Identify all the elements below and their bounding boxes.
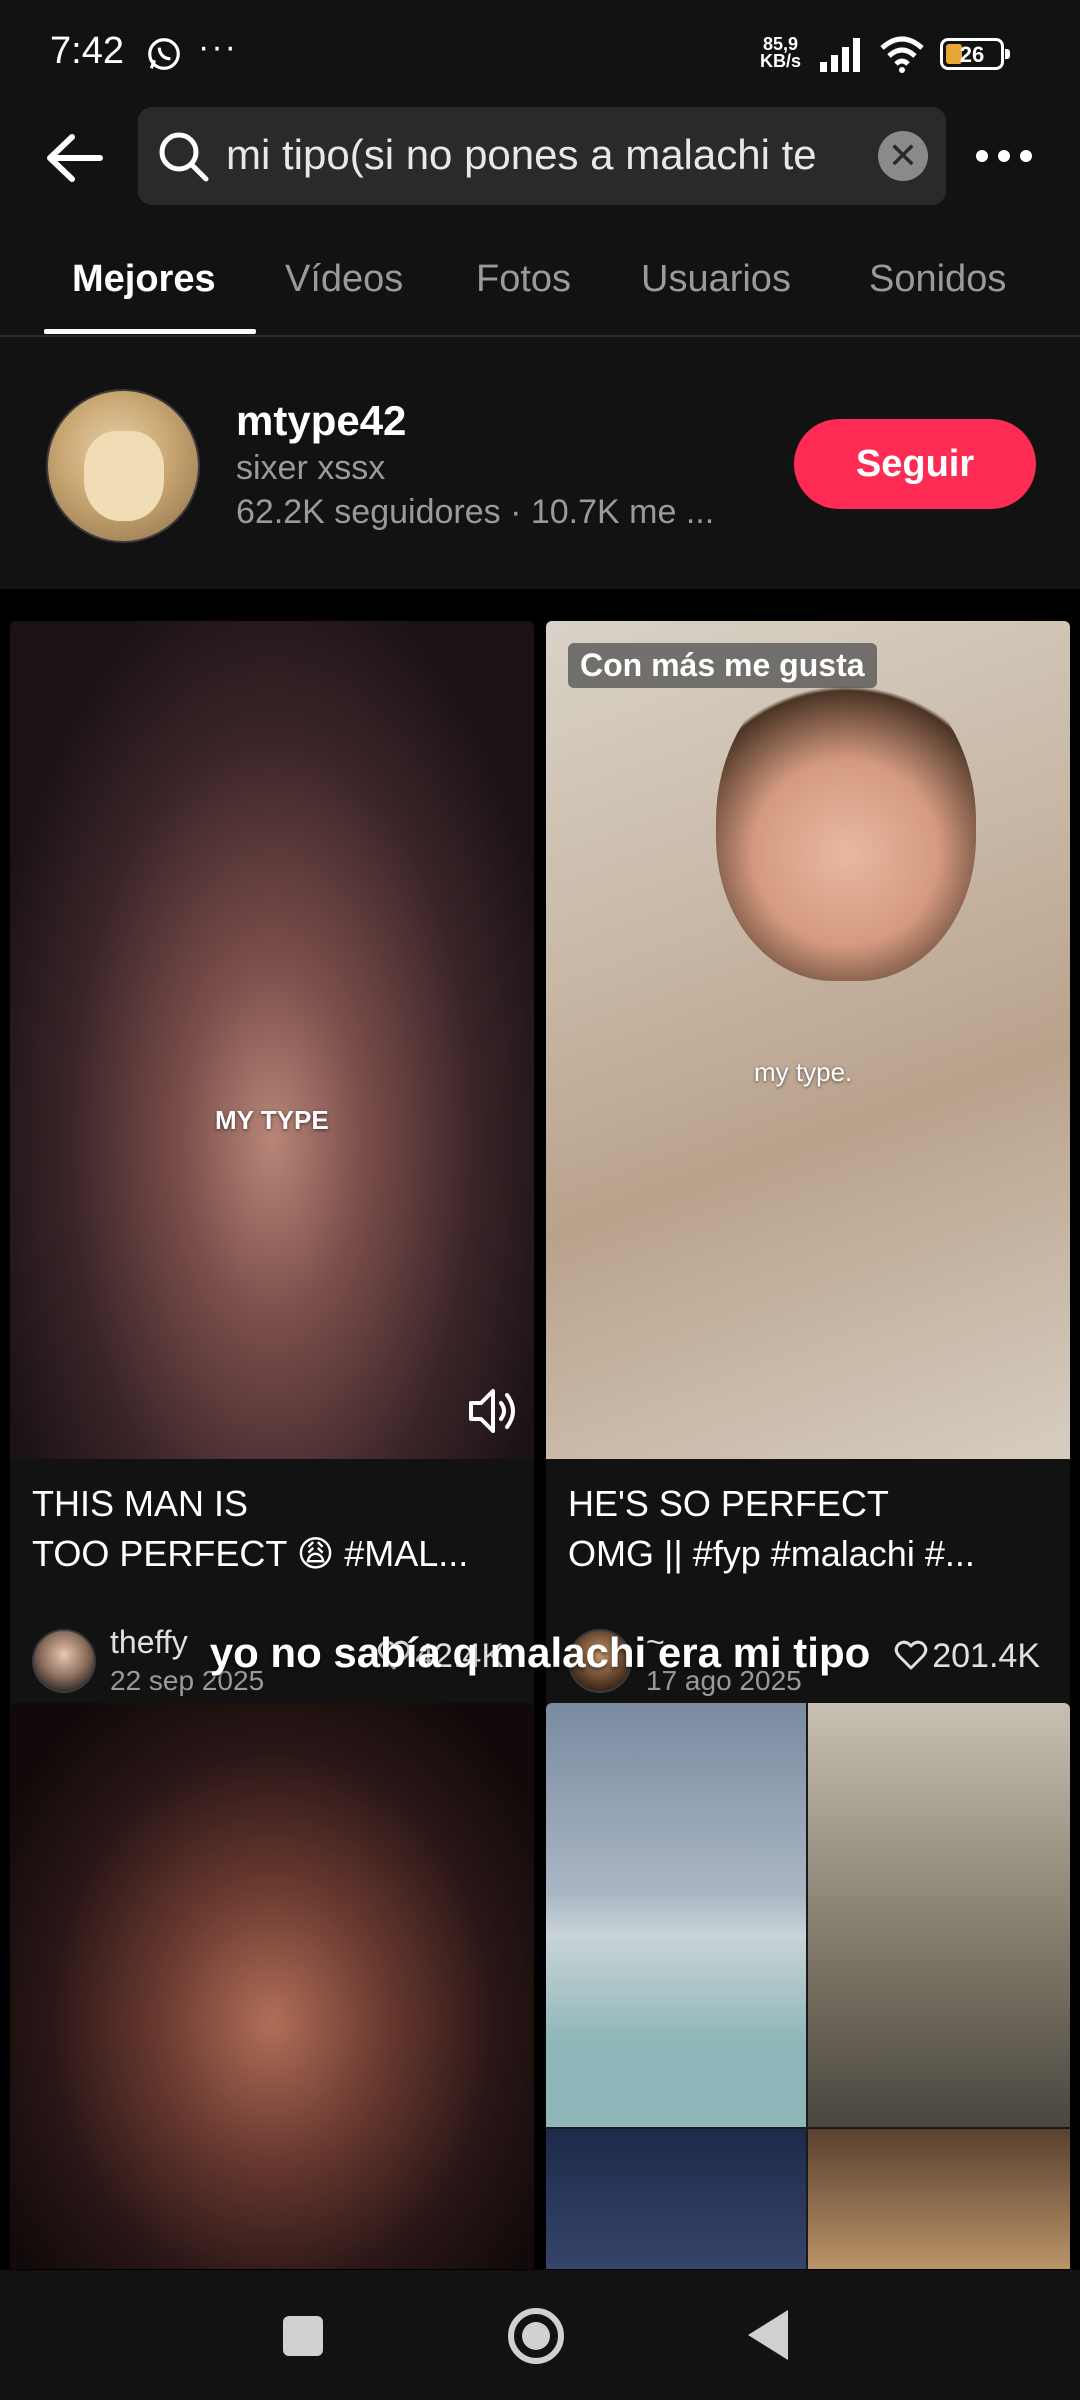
search-query[interactable]: mi tipo(si no pones a malachi te d [226,131,826,179]
network-speed: 85,9 KB/s [760,35,802,71]
system-back-button[interactable] [748,2310,788,2360]
video-title-line: OMG || #fyp #malachi #... [568,1533,975,1574]
search-header: mi tipo(si no pones a malachi te d ✕ [0,105,1080,225]
video-card[interactable]: Con más me gusta my type. HE'S SO PERFEC… [546,621,1070,1721]
video-title: HE'S SO PERFECT OMG || #fyp #malachi #..… [568,1479,1048,1579]
video-card[interactable]: MY TYPE THIS MAN IS TOO PERFECT 😩 #MAL..… [10,621,534,1721]
overlay-text: my type. [754,1057,853,1087]
follow-button[interactable]: Seguir [794,419,1036,509]
battery-level: 26 [959,42,985,67]
collage-photo [546,2129,806,2269]
sound-on-icon[interactable] [465,1383,521,1439]
home-button[interactable] [508,2308,564,2364]
overlay-caption: yo no sabía q malachi era mi tipo [209,1629,871,1676]
system-navigation-bar [0,2270,1080,2400]
video-thumbnail[interactable] [546,621,1070,1459]
video-card[interactable] [10,1703,534,2269]
notification-more-icon: ··· [198,28,238,66]
collage-photo [546,1703,806,2127]
network-speed-unit: KB/s [760,51,802,71]
username: mtype42 [236,397,407,444]
clear-search-button[interactable]: ✕ [878,131,928,181]
video-title-line: HE'S SO PERFECT [568,1483,889,1524]
video-grid: yo no sabía q malachi era mi tipo MY TYP… [0,589,1080,2269]
overlay-text: MY TYPE [215,1105,329,1135]
tab-mejores[interactable]: Mejores [72,258,216,301]
active-tab-indicator [44,329,256,334]
collage-photo [808,1703,1070,2127]
collage-photo [808,2129,1070,2269]
status-time: 7:42 [50,30,124,72]
search-input[interactable]: mi tipo(si no pones a malachi te d ✕ [138,107,946,205]
video-thumbnail[interactable] [10,621,534,1459]
tab-fotos[interactable]: Fotos [476,258,571,301]
nickname: sixer xssx [236,449,386,487]
video-title-line: TOO PERFECT 😩 #MAL... [32,1533,469,1574]
signal-icon [820,38,860,72]
whatsapp-icon [148,38,180,70]
search-icon [159,132,209,182]
most-liked-badge: Con más me gusta [568,643,877,688]
recent-apps-button[interactable] [283,2316,323,2356]
more-options-icon[interactable] [972,141,1036,171]
search-tabs: Mejores Vídeos Fotos Usuarios Sonidos [0,225,1080,337]
back-arrow-icon[interactable] [40,123,110,193]
tab-usuarios[interactable]: Usuarios [641,258,791,301]
video-title: THIS MAN IS TOO PERFECT 😩 #MAL... [32,1479,512,1579]
user-result-card[interactable]: mtype42 sixer xssx 62.2K seguidores · 10… [0,337,1080,589]
status-bar: 7:42 ··· 85,9 KB/s 26 [0,0,1080,105]
tab-sonidos[interactable]: Sonidos [869,258,1006,301]
wifi-icon [880,36,924,73]
video-title-line: THIS MAN IS [32,1483,249,1524]
user-stats: 62.2K seguidores · 10.7K me ... [236,493,715,531]
battery-icon: 26 [940,38,1010,70]
photo-collage-thumbnail[interactable] [546,1703,1070,2269]
tab-videos[interactable]: Vídeos [285,258,403,301]
avatar[interactable] [46,389,200,543]
photo-card[interactable] [546,1703,1070,2269]
video-thumbnail[interactable] [10,1703,534,2269]
